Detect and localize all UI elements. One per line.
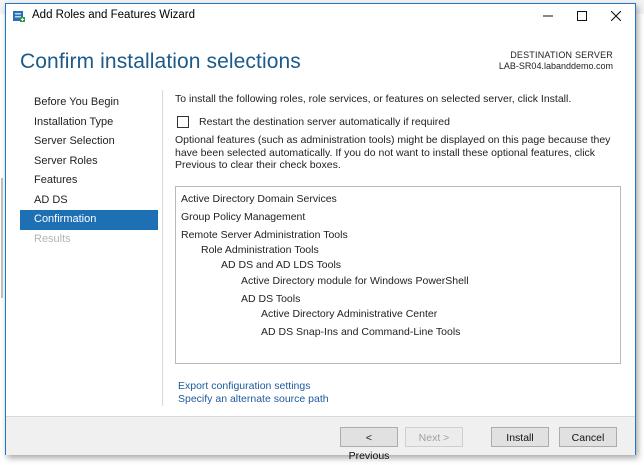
close-icon <box>611 11 621 21</box>
close-button[interactable] <box>599 4 633 28</box>
nav-item-server-roles[interactable]: Server Roles <box>20 152 158 172</box>
restart-checkbox-label[interactable]: Restart the destination server automatic… <box>199 116 450 128</box>
window-title: Add Roles and Features Wizard <box>32 9 195 21</box>
list-item: Group Policy Management <box>181 211 306 223</box>
list-item: AD DS Tools <box>241 293 301 305</box>
nav-item-results: Results <box>34 232 71 245</box>
list-item: AD DS and AD LDS Tools <box>221 259 342 271</box>
page-title: Confirm installation selections <box>20 50 301 73</box>
optional-features-note: Optional features (such as administratio… <box>175 134 611 171</box>
list-item: Role Administration Tools <box>201 244 319 256</box>
export-configuration-link[interactable]: Export configuration settings <box>178 380 329 393</box>
intro-text: To install the following roles, role ser… <box>175 93 572 105</box>
nav-item-ad-ds[interactable]: AD DS <box>20 191 158 211</box>
nav-item-before-you-begin[interactable]: Before You Begin <box>20 93 158 113</box>
list-item: AD DS Snap-Ins and Command-Line Tools <box>261 326 461 338</box>
nav-item-confirmation[interactable]: Confirmation <box>20 210 158 230</box>
wizard-footer: < Previous Next > Install Cancel <box>6 416 635 462</box>
destination-server-name: LAB-SR04.labanddemo.com <box>498 61 613 71</box>
nav-item-installation-type[interactable]: Installation Type <box>20 113 158 133</box>
restart-option[interactable]: Restart the destination server automatic… <box>177 116 450 128</box>
wizard-window: Add Roles and Features Wizard Confirm in… <box>5 3 636 462</box>
minimize-button[interactable] <box>531 4 565 28</box>
list-item: Active Directory module for Windows Powe… <box>241 275 469 287</box>
wizard-header: Confirm installation selections DESTINAT… <box>6 28 635 90</box>
list-item: Active Directory Administrative Center <box>261 308 438 320</box>
cancel-button[interactable]: Cancel <box>559 427 617 447</box>
wizard-navigation: Before You Begin Installation Type Serve… <box>20 93 158 249</box>
restart-checkbox[interactable] <box>177 116 189 128</box>
alternate-source-link[interactable]: Specify an alternate source path <box>178 393 329 406</box>
links-area: Export configuration settings Specify an… <box>178 380 329 406</box>
selections-list: Active Directory Domain Services Group P… <box>175 186 621 364</box>
list-item: Active Directory Domain Services <box>181 193 337 205</box>
minimize-icon <box>543 15 553 17</box>
next-button: Next > <box>405 427 463 447</box>
server-manager-icon <box>12 9 26 23</box>
install-button[interactable]: Install <box>491 427 549 447</box>
maximize-button[interactable] <box>565 4 599 28</box>
previous-button[interactable]: < Previous <box>340 427 398 462</box>
list-item: Remote Server Administration Tools <box>181 229 348 241</box>
title-bar[interactable]: Add Roles and Features Wizard <box>6 4 635 28</box>
nav-divider <box>162 90 163 406</box>
maximize-icon <box>577 11 587 21</box>
destination-server-label: DESTINATION SERVER <box>510 50 613 60</box>
nav-item-features[interactable]: Features <box>20 171 158 191</box>
nav-item-server-selection[interactable]: Server Selection <box>20 132 158 152</box>
